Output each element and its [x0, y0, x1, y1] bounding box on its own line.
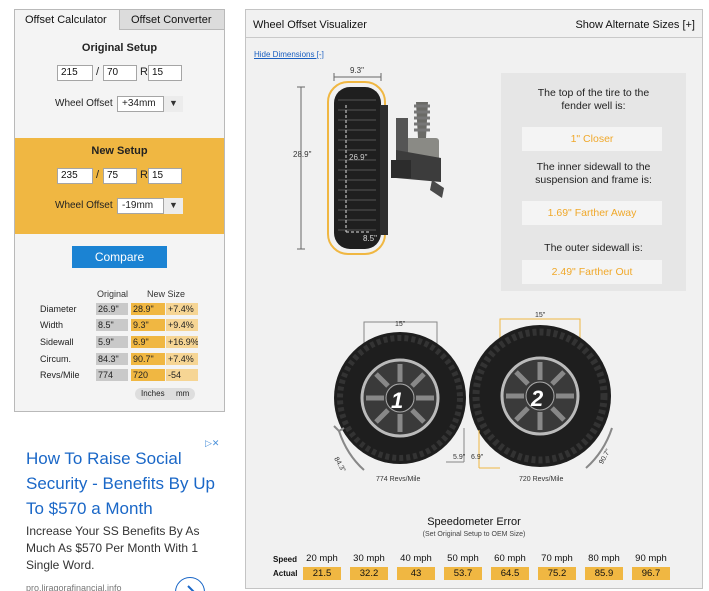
units-mm-option[interactable]: mm — [176, 388, 189, 400]
result-answer-fender: 1" Closer — [522, 127, 662, 151]
sidewall-diff: +16.9% — [166, 336, 198, 348]
size-separator: / — [96, 169, 100, 181]
actual-speed-cell: 32.2 — [350, 567, 388, 580]
result-question-inner: The inner sidewall to the suspension and… — [535, 161, 652, 186]
side-inner-diameter: 26.9" — [349, 153, 368, 162]
new-setup-section: New Setup 235 / 75 R 15 Wheel Offset -19… — [15, 138, 224, 234]
speed-cell: 60 mph — [494, 553, 526, 564]
wheel-offset-visualizer: Wheel Offset Visualizer Show Alternate S… — [245, 9, 703, 589]
speedometer-error-subtitle: (Set Original Setup to OEM Size) — [422, 531, 526, 538]
wheel-1-revs-label: 774 Revs/Mile — [376, 476, 420, 483]
row-label-circumference: Circum. — [40, 354, 71, 364]
width-new: 9.3" — [131, 319, 165, 331]
original-width-input[interactable]: 215 — [57, 65, 93, 81]
speed-row-label: Speed — [273, 555, 298, 564]
new-offset-label: Wheel Offset — [55, 200, 113, 211]
actual-speed-cell: 96.7 — [632, 567, 670, 580]
new-aspect-input[interactable]: 75 — [103, 168, 137, 184]
result-answer-outer: 2.49" Farther Out — [522, 260, 662, 284]
diameter-new: 28.9" — [131, 303, 165, 315]
wheel-1-number: 1 — [391, 388, 403, 413]
circumference-diff: +7.4% — [166, 353, 198, 365]
result-question-outer: The outer sidewall is: — [544, 242, 643, 254]
row-label-diameter: Diameter — [40, 304, 77, 314]
actual-speed-cell: 75.2 — [538, 567, 576, 580]
side-height-dimension: 28.9" — [293, 150, 312, 159]
ad-headline-link[interactable]: How To Raise Social Security - Benefits … — [26, 446, 226, 521]
original-offset-label: Wheel Offset — [55, 98, 113, 109]
side-inner-width: 8.5" — [363, 234, 377, 243]
actual-speed-cell: 53.7 — [444, 567, 482, 580]
wheel-2-width-label: 15" — [535, 312, 546, 319]
chevron-down-icon[interactable]: ▼ — [163, 198, 183, 214]
col-original-header: Original — [97, 289, 129, 299]
wheel-2-number: 2 — [530, 386, 544, 411]
suspension-illustration — [391, 102, 444, 198]
size-separator: / — [96, 66, 100, 78]
ad-body-text: Increase Your SS Benefits By As Much As … — [26, 524, 200, 572]
offset-calculator-panel: Offset Calculator Offset Converter Origi… — [14, 9, 225, 412]
sidewall-original: 5.9" — [96, 336, 128, 348]
speed-cell: 30 mph — [353, 553, 385, 564]
actual-row-label: Actual — [273, 569, 298, 578]
diameter-original: 26.9" — [96, 303, 128, 315]
speed-cell: 50 mph — [447, 553, 479, 564]
revs-diff: -54 — [166, 369, 198, 381]
new-width-input[interactable]: 235 — [57, 168, 93, 184]
actual-speed-cell: 43 — [397, 567, 435, 580]
result-summary-box: The top of the tire to the fender well i… — [501, 73, 686, 291]
speed-cell: 80 mph — [588, 553, 620, 564]
units-inches-option[interactable]: Inches — [141, 388, 165, 400]
circumference-original: 84.3" — [96, 353, 128, 365]
original-rim-input[interactable]: 15 — [148, 65, 182, 81]
actual-speed-cell: 21.5 — [303, 567, 341, 580]
result-question-fender: The top of the tire to the fender well i… — [537, 87, 650, 112]
col-new-size-header: New Size — [147, 289, 186, 299]
speed-cell: 20 mph — [306, 553, 338, 564]
circumference-new: 90.7" — [131, 353, 165, 365]
wheel-2-revs-label: 720 Revs/Mile — [519, 476, 563, 483]
revs-new: 720 — [131, 369, 165, 381]
side-width-dimension: 9.3" — [350, 66, 364, 75]
ad-domain: pro.liragorafinancial.info — [26, 583, 122, 591]
wheel-2-sidewall-label: 6.9" — [471, 454, 484, 461]
revs-original: 774 — [96, 369, 128, 381]
row-label-revs-per-mile: Revs/Mile — [40, 370, 80, 380]
actual-speed-cell: 64.5 — [491, 567, 529, 580]
row-label-width: Width — [40, 320, 64, 330]
units-toggle[interactable]: Inches mm — [135, 388, 195, 400]
chevron-down-icon[interactable]: ▼ — [163, 96, 183, 112]
row-label-sidewall: Sidewall — [40, 337, 74, 347]
sidewall-new: 6.9" — [131, 336, 165, 348]
wheel-1-width-label: 15" — [395, 321, 406, 328]
speed-cell: 90 mph — [635, 553, 667, 564]
calculator-tabs: Offset Calculator Offset Converter — [15, 10, 224, 30]
tab-offset-calculator[interactable]: Offset Calculator — [15, 10, 120, 30]
wheel-1-sidewall-label: 5.9" — [453, 454, 466, 461]
speed-cell: 40 mph — [400, 553, 432, 564]
width-diff: +9.4% — [166, 319, 198, 331]
result-answer-inner: 1.69" Farther Away — [522, 201, 662, 225]
rim-prefix: R — [140, 66, 148, 78]
speed-cell: 70 mph — [541, 553, 573, 564]
speedometer-error-title: Speedometer Error — [427, 516, 521, 528]
new-rim-input[interactable]: 15 — [148, 168, 182, 184]
tab-offset-converter[interactable]: Offset Converter — [120, 10, 224, 30]
ad-go-button[interactable] — [175, 577, 205, 591]
original-aspect-input[interactable]: 70 — [103, 65, 137, 81]
chevron-right-icon — [187, 585, 195, 591]
actual-speed-cell: 85.9 — [585, 567, 623, 580]
original-setup-title: Original Setup — [81, 42, 158, 54]
new-setup-title: New Setup — [91, 145, 148, 157]
tire-side-view — [327, 81, 388, 255]
width-original: 8.5" — [96, 319, 128, 331]
diameter-diff: +7.4% — [166, 303, 198, 315]
compare-button[interactable]: Compare — [72, 246, 167, 268]
rim-prefix: R — [140, 169, 148, 181]
wheel-1-circumference-label: 84.3" — [332, 456, 346, 474]
